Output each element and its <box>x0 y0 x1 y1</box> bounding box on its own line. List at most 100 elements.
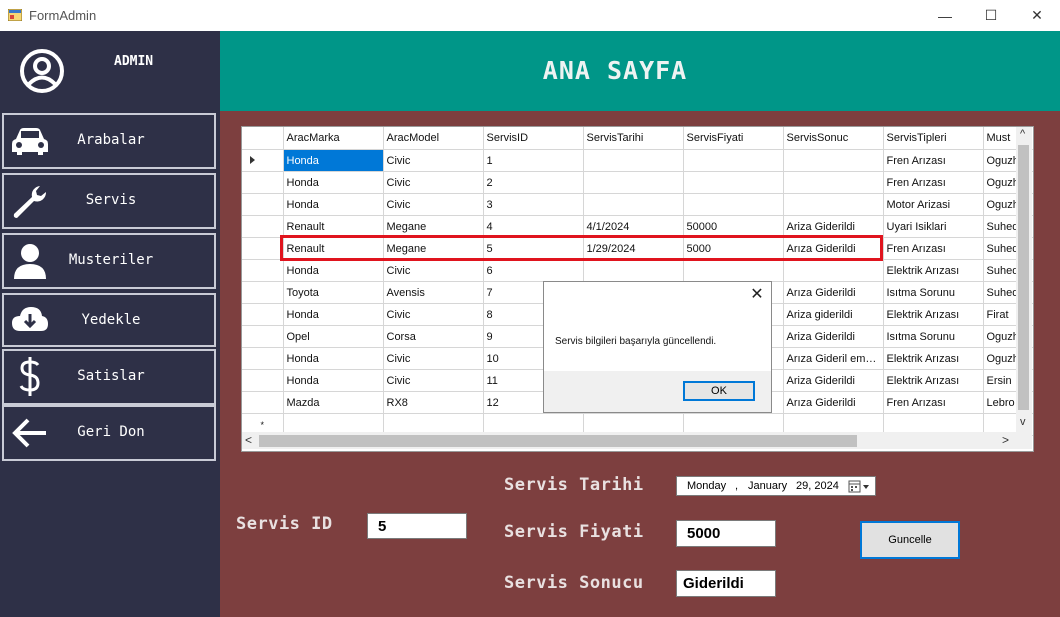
sidebar-item-servis[interactable]: Servis <box>2 173 216 229</box>
row-header[interactable] <box>242 215 284 238</box>
table-cell[interactable]: Honda <box>283 193 384 216</box>
scroll-down-arrow-icon[interactable]: v <box>1020 416 1026 428</box>
table-cell[interactable]: Elektrik Arızası <box>883 347 984 370</box>
table-cell[interactable]: Arıza Gideril eme... <box>783 347 884 370</box>
table-cell[interactable] <box>583 171 684 194</box>
table-row[interactable]: Honda Civic 6 Elektrik Arızası Suhed <box>242 259 1033 282</box>
sidebar-item-satislar[interactable]: Satislar <box>2 349 216 405</box>
table-cell[interactable] <box>683 259 784 282</box>
row-header[interactable] <box>242 391 284 414</box>
scroll-left-arrow-icon[interactable]: < <box>245 433 252 447</box>
table-cell[interactable] <box>583 259 684 282</box>
table-cell[interactable]: Elektrik Arızası <box>883 303 984 326</box>
table-cell[interactable]: Fren Arızası <box>883 237 984 260</box>
table-cell[interactable]: Honda <box>283 259 384 282</box>
table-cell[interactable]: Honda <box>283 369 384 392</box>
scroll-right-arrow-icon[interactable]: > <box>1002 433 1009 447</box>
row-header[interactable] <box>242 325 284 348</box>
servis-sonucu-input[interactable]: Giderildi <box>676 570 776 597</box>
table-row[interactable]: Honda Civic 3 Motor Arizasi Oguzh <box>242 193 1033 216</box>
table-row[interactable]: Honda Civic 1 Fren Arızası Oguzh <box>242 149 1033 172</box>
table-cell[interactable]: Elektrik Arızası <box>883 369 984 392</box>
guncelle-button[interactable]: Guncelle <box>860 521 960 559</box>
table-cell[interactable]: Honda <box>283 171 384 194</box>
sidebar-item-arabalar[interactable]: Arabalar <box>2 113 216 169</box>
row-header[interactable] <box>242 149 284 172</box>
table-cell[interactable]: Fren Arızası <box>883 149 984 172</box>
table-cell[interactable] <box>683 171 784 194</box>
scroll-up-arrow-icon[interactable]: ^ <box>1020 128 1025 140</box>
row-header[interactable] <box>242 347 284 370</box>
table-cell[interactable] <box>783 149 884 172</box>
table-cell[interactable]: Isıtma Sorunu <box>883 325 984 348</box>
table-cell[interactable]: 1 <box>483 149 584 172</box>
table-cell[interactable]: Arıza Giderildi <box>783 281 884 304</box>
servis-id-input[interactable]: 5 <box>367 513 467 539</box>
table-cell[interactable] <box>683 149 784 172</box>
table-cell[interactable]: Mazda <box>283 391 384 414</box>
table-cell[interactable]: Honda <box>283 347 384 370</box>
table-cell[interactable] <box>583 193 684 216</box>
table-cell[interactable]: Corsa <box>383 325 484 348</box>
calendar-dropdown-icon[interactable] <box>848 480 872 493</box>
column-header[interactable]: ServisSonuc <box>783 127 884 150</box>
table-cell[interactable]: Uyari Isiklari <box>883 215 984 238</box>
table-cell[interactable]: Toyota <box>283 281 384 304</box>
table-cell[interactable]: RX8 <box>383 391 484 414</box>
table-cell[interactable]: Ariza Giderildi <box>783 325 884 348</box>
table-cell[interactable]: Fren Arızası <box>883 391 984 414</box>
table-cell[interactable]: 6 <box>483 259 584 282</box>
table-cell[interactable]: Opel <box>283 325 384 348</box>
maximize-button[interactable]: ☐ <box>968 0 1014 31</box>
table-cell[interactable]: Isıtma Sorunu <box>883 281 984 304</box>
table-cell[interactable] <box>783 259 884 282</box>
table-cell[interactable]: Ariza Giderildi <box>783 369 884 392</box>
column-header[interactable]: ServisTarihi <box>583 127 684 150</box>
table-cell[interactable]: Civic <box>383 149 484 172</box>
table-cell[interactable]: Civic <box>383 347 484 370</box>
table-cell[interactable]: Fren Arızası <box>883 171 984 194</box>
table-cell[interactable]: Arıza Giderildi <box>783 391 884 414</box>
table-cell[interactable]: 3 <box>483 193 584 216</box>
table-cell[interactable]: Honda <box>283 303 384 326</box>
table-cell[interactable]: Civic <box>383 369 484 392</box>
row-header[interactable] <box>242 303 284 326</box>
table-cell[interactable] <box>783 171 884 194</box>
close-window-button[interactable]: ✕ <box>1014 0 1060 31</box>
dialog-ok-button[interactable]: OK <box>683 381 755 401</box>
row-header[interactable] <box>242 259 284 282</box>
servis-tarihi-datepicker[interactable]: Monday , January 29, 2024 <box>676 476 876 496</box>
table-cell[interactable]: Civic <box>383 171 484 194</box>
row-header[interactable] <box>242 237 284 260</box>
column-header[interactable]: ServisTipleri <box>883 127 984 150</box>
row-header[interactable] <box>242 193 284 216</box>
table-cell[interactable]: 2 <box>483 171 584 194</box>
table-cell[interactable] <box>583 149 684 172</box>
table-row[interactable]: Honda Civic 2 Fren Arızası Oguzh <box>242 171 1033 194</box>
sidebar-item-yedekle[interactable]: Yedekle <box>2 293 216 347</box>
column-header[interactable]: AracModel <box>383 127 484 150</box>
table-cell[interactable]: Motor Arizasi <box>883 193 984 216</box>
row-header[interactable] <box>242 369 284 392</box>
column-header[interactable]: ServisID <box>483 127 584 150</box>
row-header[interactable] <box>242 171 284 194</box>
table-cell[interactable]: Avensis <box>383 281 484 304</box>
vertical-scroll-thumb[interactable] <box>1018 145 1029 410</box>
table-cell[interactable]: Civic <box>383 259 484 282</box>
table-cell[interactable] <box>683 193 784 216</box>
servis-fiyati-input[interactable]: 5000 <box>676 520 776 547</box>
dialog-close-icon[interactable]: ✕ <box>749 287 765 303</box>
column-header[interactable]: AracMarka <box>283 127 384 150</box>
row-header[interactable] <box>242 281 284 304</box>
table-cell[interactable] <box>783 193 884 216</box>
horizontal-scroll-thumb[interactable] <box>259 435 857 447</box>
column-header[interactable]: ServisFiyati <box>683 127 784 150</box>
table-cell[interactable]: Honda <box>283 149 384 172</box>
sidebar-item-geri-don[interactable]: Geri Don <box>2 405 216 461</box>
table-cell[interactable]: Elektrik Arızası <box>883 259 984 282</box>
table-cell[interactable]: Ariza giderildi <box>783 303 884 326</box>
sidebar-item-musteriler[interactable]: Musteriler <box>2 233 216 289</box>
table-cell[interactable]: Civic <box>383 193 484 216</box>
minimize-button[interactable]: — <box>922 0 968 31</box>
table-cell[interactable]: Civic <box>383 303 484 326</box>
